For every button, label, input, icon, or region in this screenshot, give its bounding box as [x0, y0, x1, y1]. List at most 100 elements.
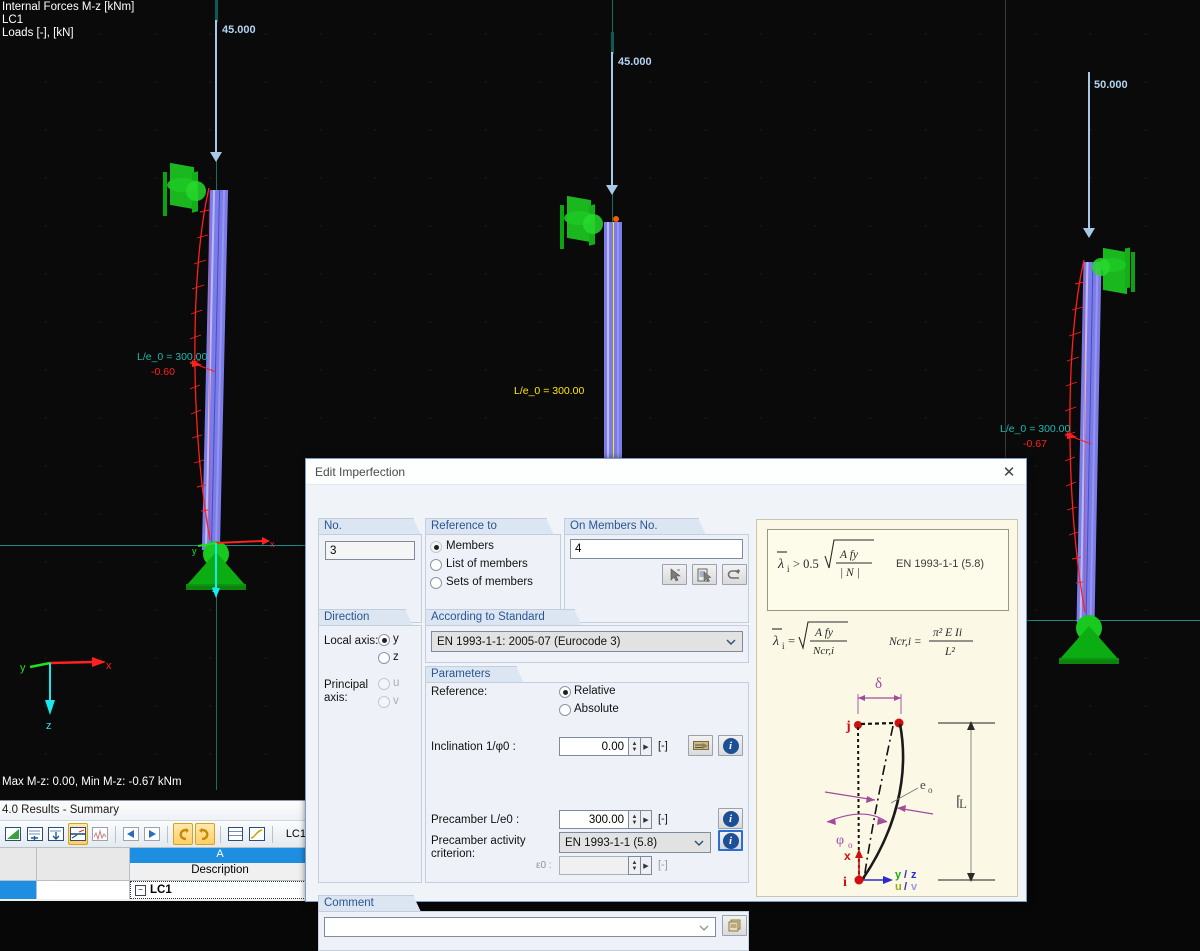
- svg-text:i: i: [787, 564, 790, 574]
- toolbar-separator-2: [167, 825, 169, 843]
- principal-axis-label-line2: axis:: [324, 692, 348, 704]
- svg-text:x: x: [106, 660, 112, 672]
- svg-text:=: =: [788, 634, 795, 648]
- row-expander-icon[interactable]: −: [135, 884, 146, 896]
- criterion-info-icon[interactable]: i: [718, 830, 743, 851]
- next-icon[interactable]: [142, 823, 162, 845]
- rotate-left-icon[interactable]: [173, 823, 193, 845]
- results-table-icon[interactable]: [3, 823, 23, 845]
- svg-text:z: z: [46, 720, 52, 730]
- precamber-more-arrow[interactable]: ▶: [640, 810, 652, 829]
- parameters-group-title: Parameters: [425, 666, 524, 683]
- radio-members[interactable]: [430, 541, 442, 553]
- svg-text:δ: δ: [875, 676, 882, 692]
- radio-local-axis-z[interactable]: [378, 652, 390, 664]
- header-rownum-cell: [0, 848, 37, 863]
- toolbar-separator-3: [219, 825, 221, 843]
- precamber-label-3: L/e_0 = 300.00: [1000, 423, 1071, 435]
- select-all-icon[interactable]: [722, 564, 747, 585]
- grid-icon[interactable]: [225, 823, 245, 845]
- radio-sets-of-members[interactable]: [430, 577, 442, 589]
- load-arrow-shaft-3: [1088, 72, 1090, 232]
- svg-text:A fy: A fy: [814, 627, 834, 639]
- rotate-right-icon[interactable]: [194, 823, 215, 845]
- svg-text:z: z: [212, 584, 217, 594]
- row-description-cell[interactable]: − LC1: [130, 881, 310, 899]
- comment-input[interactable]: [324, 917, 716, 937]
- subheader-rownum-cell: [0, 863, 37, 880]
- precamber-input[interactable]: 300.00: [559, 810, 629, 829]
- on-members-input[interactable]: 4: [570, 539, 743, 559]
- subheader-spacer-cell: [37, 863, 130, 880]
- dialog-titlebar[interactable]: Edit Imperfection ✕: [306, 459, 1026, 485]
- svg-text:e: e: [920, 777, 926, 792]
- edit-imperfection-dialog[interactable]: Edit Imperfection ✕ No. 3 Reference to M…: [305, 458, 1027, 951]
- standard-group-title: According to Standard: [425, 609, 582, 626]
- svg-text:Ncr,i =: Ncr,i =: [888, 636, 922, 648]
- figure-panel: λ i > 0.5 A fy | N | EN 1993-1-1 (5.8) λ…: [756, 519, 1018, 897]
- load-arrow-top-2: [611, 32, 614, 54]
- radio-list-of-members[interactable]: [430, 559, 442, 571]
- row-number-cell[interactable]: [0, 881, 37, 899]
- viewport-overlay-line-2: LC1: [2, 14, 24, 26]
- radio-relative[interactable]: [559, 686, 571, 698]
- radio-principal-axis-u[interactable]: [378, 678, 390, 690]
- imperfection-diagram: δ j e o φ o x i y / z u / v ⌈ L: [824, 676, 995, 893]
- import-icon[interactable]: [47, 823, 67, 845]
- axis-triad: y x z: [20, 657, 112, 730]
- comment-library-icon[interactable]: [722, 915, 747, 936]
- epsilon-more-arrow[interactable]: ▶: [640, 856, 652, 875]
- formula-svg: λ i > 0.5 A fy | N | EN 1993-1-1 (5.8): [777, 539, 984, 579]
- formula-box: λ i > 0.5 A fy | N | EN 1993-1-1 (5.8): [767, 529, 1009, 611]
- pick-list-icon[interactable]: [692, 564, 717, 585]
- svg-text:L: L: [959, 796, 967, 811]
- direction-group-title: Direction: [318, 609, 413, 626]
- label-list-of-members: List of members: [446, 558, 528, 570]
- svg-text:x: x: [270, 539, 275, 549]
- inclination-table-icon[interactable]: [688, 735, 713, 756]
- radio-local-axis-y[interactable]: [378, 634, 390, 646]
- label-relative: Relative: [574, 685, 616, 697]
- results-toolbar[interactable]: LC1: [0, 820, 310, 847]
- label-principal-axis-v: v: [393, 695, 399, 707]
- svg-text:o: o: [928, 785, 933, 795]
- epsilon-input[interactable]: [559, 856, 629, 875]
- label-local-axis-z: z: [393, 651, 399, 663]
- inclination-info-icon[interactable]: i: [718, 735, 743, 756]
- table-row[interactable]: − LC1: [0, 881, 310, 899]
- diagram-icon[interactable]: [68, 823, 88, 845]
- row-description-text: LC1: [150, 884, 172, 896]
- direction-group-box: [318, 625, 422, 883]
- close-icon[interactable]: ✕: [998, 463, 1020, 481]
- svg-text:y: y: [192, 546, 197, 556]
- precamber-info-icon[interactable]: i: [718, 808, 743, 829]
- criterion-select[interactable]: EN 1993-1-1 (5.8): [559, 832, 711, 853]
- load-arrow-top-1: [215, 0, 218, 22]
- results-panel-title: 4.0 Results - Summary: [0, 801, 310, 820]
- filter-icon[interactable]: [25, 823, 45, 845]
- header-column-a[interactable]: A: [130, 848, 310, 863]
- results-summary-panel[interactable]: 4.0 Results - Summary LC1 A Description …: [0, 800, 310, 901]
- inclination-more-arrow[interactable]: ▶: [640, 737, 652, 756]
- pick-single-icon[interactable]: [662, 564, 687, 585]
- standard-select-value: EN 1993-1-1: 2005-07 (Eurocode 3): [437, 635, 621, 648]
- precamber-label-2: L/e_0 = 300.00: [514, 385, 585, 397]
- svg-text:φ: φ: [836, 833, 844, 848]
- precamber-label: Precamber L/e0 :: [431, 814, 520, 826]
- radio-absolute[interactable]: [559, 704, 571, 716]
- toolbar-separator-1: [114, 825, 116, 843]
- prev-icon[interactable]: [121, 823, 141, 845]
- formula-2-svg: λ i = A fy Ncr,i Ncr,i = π² E Ii L²: [772, 621, 973, 658]
- svg-text:| N |: | N |: [840, 567, 860, 579]
- edit-icon[interactable]: [247, 823, 267, 845]
- no-input[interactable]: 3: [325, 541, 415, 560]
- local-axis-label: Local axis:: [324, 635, 379, 647]
- svg-text:j: j: [845, 719, 851, 734]
- inclination-label: Inclination 1/φ0 :: [431, 741, 516, 753]
- svg-text:π² E Ii: π² E Ii: [933, 627, 962, 639]
- inclination-input[interactable]: 0.00: [559, 737, 629, 756]
- standard-select[interactable]: EN 1993-1-1: 2005-07 (Eurocode 3): [431, 631, 743, 652]
- radio-principal-axis-v[interactable]: [378, 696, 390, 708]
- chart-icon[interactable]: [90, 823, 110, 845]
- row-spacer-cell: [37, 881, 130, 899]
